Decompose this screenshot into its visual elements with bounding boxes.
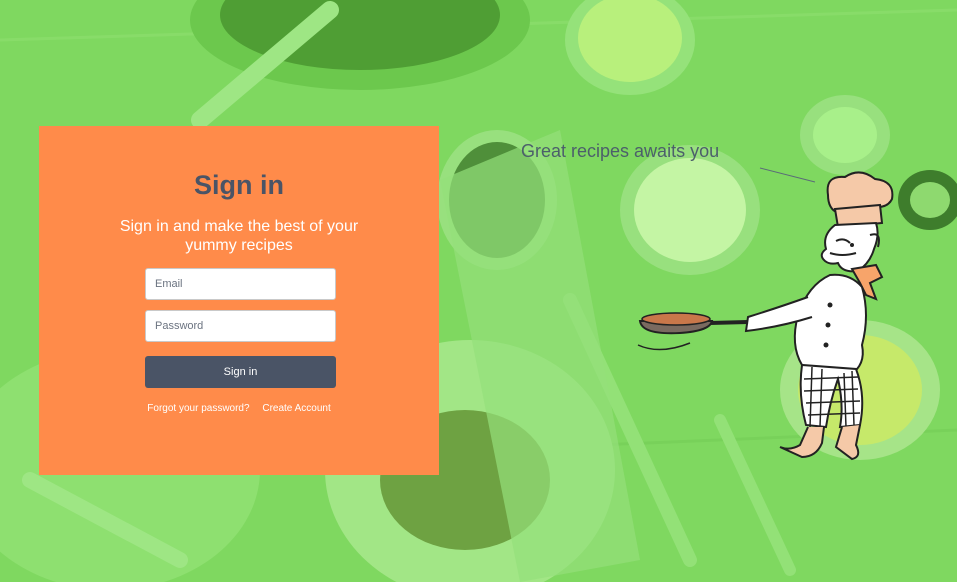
chef-cooking-illustration [637,167,894,461]
hero-tagline: Great recipes awaits you [521,141,720,161]
page-background: Sign in Sign in and make the best of you… [0,0,957,582]
create-account-link[interactable]: Create Account [262,403,330,414]
signin-card: Sign in Sign in and make the best of you… [39,126,439,475]
signin-links: Forgot your password? Create Account [39,403,439,414]
password-input[interactable] [145,310,336,342]
signin-button[interactable]: Sign in [145,356,336,388]
signin-title: Sign in [194,170,284,200]
email-input[interactable] [145,268,336,300]
signin-subtitle: Sign in and make the best of your yummy … [119,218,359,254]
forgot-password-link[interactable]: Forgot your password? [147,403,249,414]
